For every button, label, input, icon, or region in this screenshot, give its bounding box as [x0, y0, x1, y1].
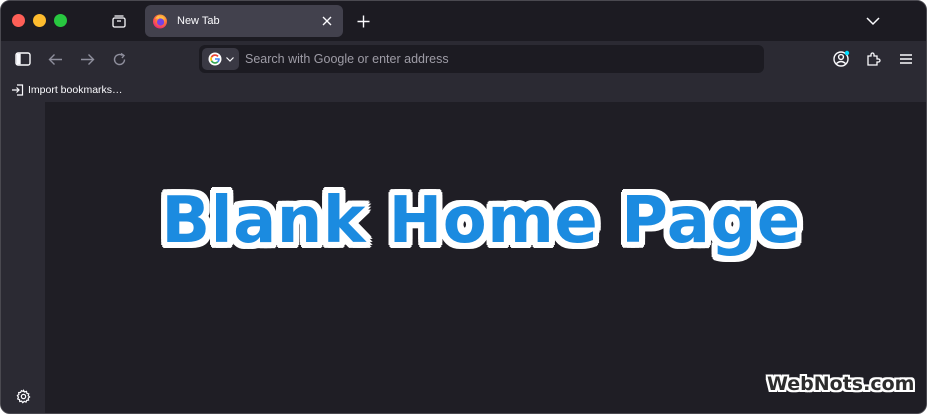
import-bookmarks-button[interactable]: Import bookmarks…: [11, 81, 123, 98]
minimize-window-button[interactable]: [33, 14, 46, 27]
back-arrow-icon[interactable]: [45, 49, 65, 69]
close-window-button[interactable]: [12, 14, 25, 27]
puzzle-icon[interactable]: [864, 49, 884, 69]
tab-strip: New Tab: [1, 1, 926, 41]
watermark: WebNots.com: [767, 373, 915, 395]
sidebar: [1, 102, 45, 413]
browser-window: New Tab Search with Google or enter addr…: [0, 0, 927, 414]
page-content: [45, 102, 926, 413]
chevron-down-icon[interactable]: [863, 11, 883, 31]
account-icon[interactable]: [831, 49, 851, 69]
firefox-icon: [152, 13, 168, 29]
import-icon: [11, 83, 24, 96]
tab-title: New Tab: [177, 15, 220, 27]
reload-icon[interactable]: [109, 49, 129, 69]
chevron-down-icon: [225, 56, 234, 62]
google-icon: [208, 52, 222, 66]
tab-new-tab[interactable]: New Tab: [145, 5, 343, 37]
gear-icon[interactable]: [13, 386, 33, 406]
zoom-window-button[interactable]: [54, 14, 67, 27]
plus-icon[interactable]: [353, 11, 373, 31]
search-engine-button[interactable]: [202, 48, 239, 70]
overlay-title: Blank Home Page: [161, 184, 801, 258]
address-bar[interactable]: [199, 45, 764, 73]
bookmarks-toolbar: Import bookmarks…: [1, 77, 926, 102]
sidebar-icon[interactable]: [13, 49, 33, 69]
import-bookmarks-label: Import bookmarks…: [28, 83, 123, 96]
forward-arrow-icon[interactable]: [77, 49, 97, 69]
hamburger-menu-icon[interactable]: [896, 49, 916, 69]
close-tab-icon[interactable]: [317, 11, 337, 31]
url-input[interactable]: [245, 48, 764, 70]
tab-overview-icon[interactable]: [109, 11, 129, 31]
